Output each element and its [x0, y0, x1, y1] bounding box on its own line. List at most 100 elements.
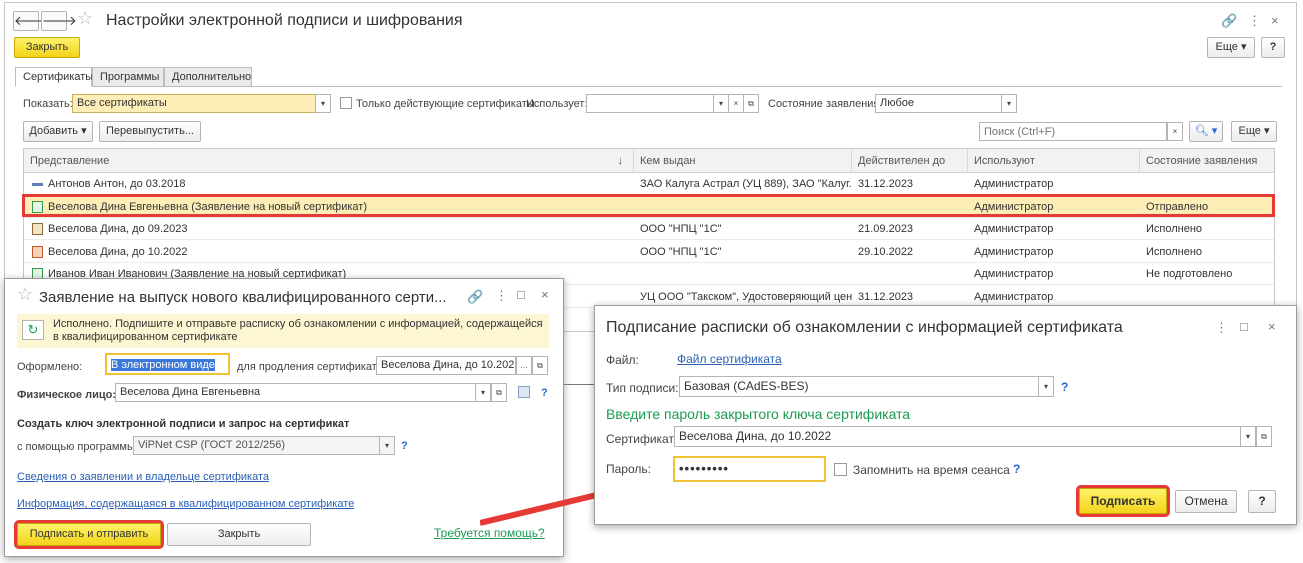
reissue-button[interactable]: Перевыпустить... — [99, 121, 201, 142]
dialog-close-button[interactable]: Закрыть — [167, 523, 311, 546]
favorite-star-icon[interactable]: ☆ — [17, 284, 33, 305]
show-select[interactable]: Все сертификаты — [72, 94, 316, 113]
add-button[interactable]: Добавить ▾ — [23, 121, 93, 142]
signature-type-select[interactable]: Базовая (CAdES-BES) — [679, 376, 1039, 397]
help-button[interactable]: ? — [1248, 490, 1276, 513]
renew-label: для продления сертификата: — [237, 361, 386, 373]
only-valid-label: Только действующие сертификаты — [356, 98, 535, 110]
back-arrow-icon[interactable]: 🡐 — [13, 11, 49, 31]
table-cell-users: Администратор — [974, 200, 1054, 213]
chevron-down-icon[interactable]: ▾ — [379, 436, 395, 455]
favorite-star-icon[interactable]: ☆ — [77, 8, 93, 29]
more-button[interactable]: Еще ▾ — [1207, 37, 1255, 58]
close-icon[interactable]: × — [541, 287, 549, 302]
table-more-button[interactable]: Еще ▾ — [1231, 121, 1277, 142]
table-cell-valid — [852, 263, 968, 285]
sign-and-send-button[interactable]: Подписать и отправить — [14, 520, 164, 549]
tab-programs[interactable]: Программы — [92, 67, 164, 87]
program-label: с помощью программы: — [17, 441, 138, 453]
dialog-title: Заявление на выпуск нового квалифицирова… — [39, 289, 447, 306]
program-field[interactable]: ViPNet CSP (ГОСТ 2012/256) — [133, 436, 380, 455]
connector-line — [564, 384, 596, 385]
open-icon[interactable]: ⧉ — [532, 356, 548, 375]
menu-dots-icon[interactable]: ⋮ — [1215, 320, 1228, 336]
document-icon[interactable] — [518, 386, 530, 398]
open-icon[interactable]: ⧉ — [743, 94, 759, 113]
certificate-label: Сертификат: — [606, 432, 678, 446]
used-by-label: Использует: — [526, 98, 588, 110]
help-button[interactable]: ? — [1261, 37, 1285, 58]
forward-arrow-icon[interactable]: 🡒 — [41, 11, 77, 31]
info-text: Исполнено. Подпишите и отправьте расписк… — [53, 318, 543, 343]
table-cell-valid — [852, 196, 968, 218]
application-info-link[interactable]: Сведения о заявлении и владельце сертифи… — [17, 471, 269, 483]
refresh-icon[interactable]: ↻ — [22, 320, 44, 340]
table-row[interactable]: Веселова Дина, до 10.2022 ООО "НПЦ "1С" 29… — [24, 241, 1274, 263]
table-cell-status: Исполнено — [1146, 223, 1203, 235]
column-header-valid[interactable]: Действителен до — [852, 149, 968, 173]
dialog-title: Подписание расписки об ознакомлении с ин… — [606, 319, 1123, 336]
table-row[interactable]: Веселова Дина Евгеньевна (Заявление на н… — [24, 195, 1274, 218]
search-input[interactable] — [979, 122, 1167, 141]
clear-icon[interactable]: × — [728, 94, 744, 113]
application-doc-icon — [32, 200, 43, 213]
cancel-button[interactable]: Отмена — [1175, 490, 1237, 513]
remember-session-checkbox[interactable] — [834, 463, 847, 476]
close-icon[interactable]: × — [1268, 319, 1276, 334]
open-icon[interactable]: ⧉ — [1256, 426, 1272, 447]
help-question-icon[interactable]: ? — [1061, 380, 1068, 394]
maximize-icon[interactable]: □ — [1240, 319, 1248, 334]
column-header-name[interactable]: Представление ↓ — [24, 149, 634, 173]
open-icon[interactable]: ⧉ — [491, 383, 507, 402]
certificate-field[interactable]: Веселова Дина, до 10.2022 — [674, 426, 1241, 447]
table-row[interactable]: Антонов Антон, до 03.2018 ЗАО Калуга Астр… — [24, 173, 1274, 195]
search-icon[interactable]: 🔍︎ ▾ — [1189, 121, 1223, 142]
column-header-users[interactable]: Используют — [968, 149, 1140, 173]
sign-button[interactable]: Подписать — [1076, 485, 1170, 517]
menu-dots-icon[interactable]: ⋮ — [1248, 13, 1261, 29]
table-cell-name: Веселова Дина, до 10.2022 — [48, 245, 188, 258]
tab-certificates[interactable]: Сертификаты — [15, 67, 93, 87]
more-dots-icon[interactable]: … — [516, 356, 532, 375]
person-field[interactable]: Веселова Дина Евгеньевна — [115, 383, 476, 402]
help-question-icon[interactable]: ? — [1013, 462, 1020, 476]
show-label: Показать: — [23, 98, 73, 110]
table-cell-status: Не подготовлено — [1146, 268, 1233, 280]
chevron-down-icon[interactable]: ▾ — [1001, 94, 1017, 113]
status-label: Состояние заявления: — [768, 98, 883, 110]
column-header-issuer[interactable]: Кем выдан — [634, 149, 852, 173]
chevron-down-icon[interactable]: ▾ — [315, 94, 331, 113]
tab-additional[interactable]: Дополнительно — [164, 67, 252, 87]
chevron-down-icon[interactable]: ▾ — [1240, 426, 1256, 447]
table-cell-issuer: ЗАО Калуга Астрал (УЦ 889), ЗАО "Калуг..… — [640, 178, 852, 190]
chevron-down-icon[interactable]: ▾ — [475, 383, 491, 402]
maximize-icon[interactable]: □ — [517, 287, 525, 302]
table-row[interactable]: Веселова Дина, до 09.2023 ООО "НПЦ "1С" 21… — [24, 218, 1274, 240]
table-cell-valid: 31.12.2023 — [858, 178, 914, 190]
chevron-down-icon[interactable]: ▾ — [1038, 376, 1054, 397]
close-button[interactable]: Закрыть — [14, 37, 80, 58]
table-cell-valid: 21.09.2023 — [858, 223, 914, 235]
status-select[interactable]: Любое — [875, 94, 1002, 113]
certificate-info-link[interactable]: Информация, содержащаяся в квалифицирова… — [17, 498, 354, 510]
section-title: Создать ключ электронной подписи и запро… — [17, 418, 350, 430]
renew-field[interactable]: Веселова Дина, до 10.202 — [376, 356, 516, 375]
info-panel: ↻ Исполнено. Подпишите и отправьте распи… — [17, 314, 549, 348]
used-by-input[interactable] — [586, 94, 714, 113]
help-question-icon[interactable]: ? — [401, 440, 408, 452]
column-header-status[interactable]: Состояние заявления — [1140, 149, 1276, 173]
issued-field[interactable]: В электронном виде — [105, 353, 230, 375]
certificate-file-link[interactable]: Файл сертификата — [677, 352, 782, 366]
table-cell-users: Администратор — [974, 223, 1054, 235]
table-header: Представление ↓ Кем выдан Действителен до… — [24, 149, 1274, 173]
help-question-icon[interactable]: ? — [541, 387, 548, 399]
close-icon[interactable]: × — [1271, 13, 1279, 28]
chevron-down-icon[interactable]: ▾ — [713, 94, 729, 113]
menu-dots-icon[interactable]: ⋮ — [495, 288, 508, 304]
only-valid-checkbox[interactable] — [340, 97, 352, 109]
password-input[interactable]: ••••••••• — [673, 456, 826, 482]
clear-search-icon[interactable]: × — [1167, 122, 1183, 141]
link-icon[interactable]: 🔗 — [1221, 13, 1237, 29]
link-icon[interactable]: 🔗 — [467, 289, 483, 305]
file-label: Файл: — [606, 353, 639, 367]
